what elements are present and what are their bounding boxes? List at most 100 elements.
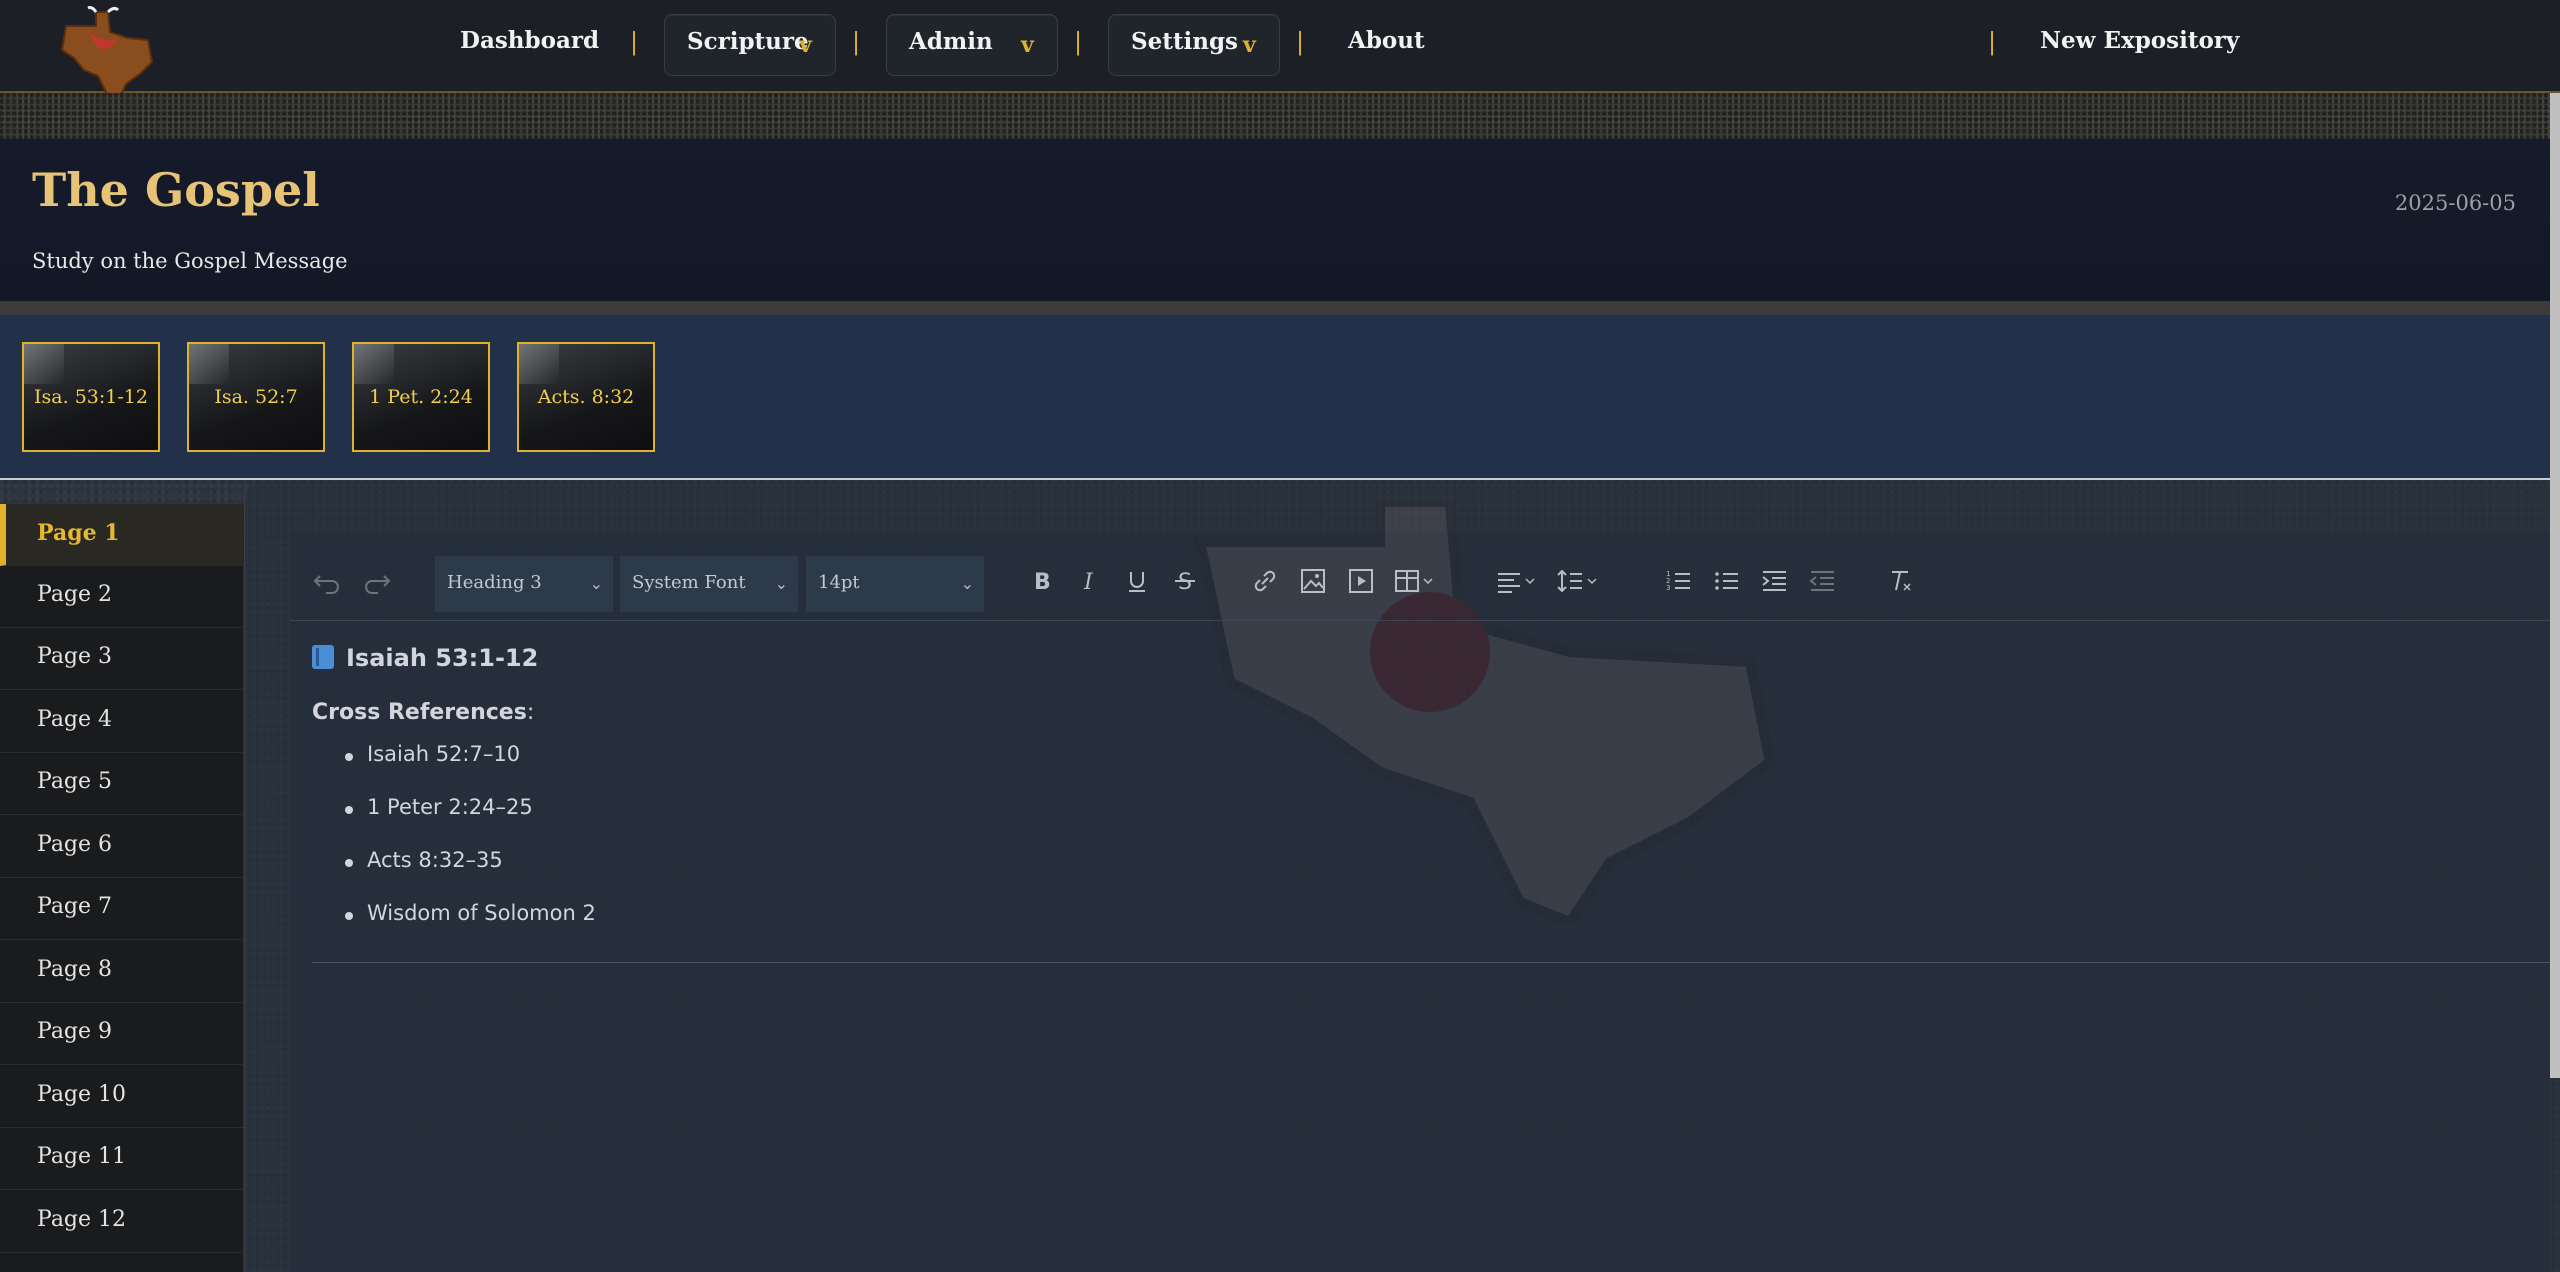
horizontal-rule	[312, 962, 2550, 963]
document-heading: Isaiah 53:1-12	[312, 644, 538, 672]
sidebar-item-label: Page 4	[37, 707, 113, 732]
font-size-select[interactable]: 14pt ⌄	[806, 556, 984, 612]
list-item: Isaiah 52:7–10	[312, 742, 596, 795]
rich-text-editor[interactable]: Heading 3 ⌄ System Font ⌄ 14pt ⌄ B I S 1…	[290, 502, 2550, 1272]
sidebar-item-label: Page 1	[37, 520, 120, 546]
font-family-value: System Font	[632, 572, 746, 593]
sidebar-item-label: Page 10	[37, 1082, 127, 1107]
sidebar-item-page-8[interactable]: Page 8	[0, 941, 244, 1003]
reference-button[interactable]: 1 Pet. 2:24	[352, 342, 490, 452]
pages-sidebar: Page 1 Page 2 Page 3 Page 4 Page 5 Page …	[0, 504, 244, 1272]
sidebar-item-page-9[interactable]: Page 9	[0, 1003, 244, 1065]
media-icon[interactable]	[1344, 564, 1378, 598]
page-subtitle: Study on the Gospel Message	[32, 249, 348, 273]
book-icon	[312, 645, 334, 669]
block-format-value: Heading 3	[447, 572, 542, 593]
list-item: 1 Peter 2:24–25	[312, 795, 596, 848]
sidebar-item-page-7[interactable]: Page 7	[0, 878, 244, 940]
align-icon[interactable]	[1494, 564, 1544, 598]
reference-button[interactable]: Isa. 53:1-12	[22, 342, 160, 452]
svg-text:I: I	[1083, 570, 1094, 595]
sidebar-item-label: Page 3	[37, 644, 113, 669]
table-icon[interactable]	[1392, 564, 1442, 598]
sidebar-item-label: Page 2	[37, 582, 113, 607]
chevron-down-icon: ⌄	[774, 574, 788, 593]
nav-dashboard[interactable]: Dashboard	[460, 27, 599, 54]
strikethrough-icon[interactable]: S	[1168, 564, 1202, 598]
clear-formatting-icon[interactable]	[1884, 564, 1918, 598]
chevron-down-icon: ⌄	[960, 574, 974, 593]
chevron-down-icon: v	[799, 32, 812, 58]
nav-settings-dropdown[interactable]: Settings v	[1108, 14, 1280, 76]
nav-about[interactable]: About	[1348, 27, 1425, 54]
nav-settings-label: Settings	[1131, 28, 1238, 55]
nav-new-expository[interactable]: New Expository	[2040, 27, 2239, 54]
undo-icon[interactable]	[310, 564, 344, 598]
page-scrollbar[interactable]	[2550, 93, 2560, 1078]
numbered-list-icon[interactable]: 123	[1662, 564, 1696, 598]
page-title: The Gospel	[32, 163, 320, 217]
reference-label: Isa. 53:1-12	[34, 386, 148, 408]
sidebar-item-label: Page 5	[37, 769, 113, 794]
sidebar-item-label: Page 6	[37, 832, 113, 857]
sidebar-item-page-3[interactable]: Page 3	[0, 628, 244, 690]
sidebar-item-page-1[interactable]: Page 1	[0, 504, 244, 566]
texture-strip	[0, 93, 2560, 139]
nav-separator: |	[1988, 28, 1997, 56]
nav-separator: |	[1074, 28, 1083, 56]
underline-icon[interactable]	[1120, 564, 1154, 598]
reference-label: Acts. 8:32	[537, 386, 635, 408]
chevron-down-icon: ⌄	[589, 574, 603, 593]
link-icon[interactable]	[1248, 564, 1282, 598]
document-heading-text: Isaiah 53:1-12	[346, 644, 539, 672]
redo-icon[interactable]	[360, 564, 394, 598]
svg-text:3: 3	[1666, 584, 1670, 592]
sidebar-item-label: Page 11	[37, 1144, 127, 1169]
nav-admin-label: Admin	[909, 28, 993, 55]
bullet-list-icon[interactable]	[1710, 564, 1744, 598]
sidebar-item-page-12[interactable]: Page 12	[0, 1191, 244, 1253]
sidebar-item-page-2[interactable]: Page 2	[0, 566, 244, 628]
cross-references-text: Cross References	[312, 700, 527, 725]
italic-icon[interactable]: I	[1072, 564, 1106, 598]
sidebar-item-page-4[interactable]: Page 4	[0, 691, 244, 753]
cross-references-list: Isaiah 52:7–10 1 Peter 2:24–25 Acts 8:32…	[312, 742, 596, 954]
outdent-icon[interactable]	[1806, 564, 1840, 598]
nav-scripture-label: Scripture	[687, 28, 809, 55]
nav-separator: |	[630, 28, 639, 56]
reference-label: Isa. 52:7	[214, 386, 298, 408]
chevron-down-icon: v	[1021, 32, 1034, 58]
editor-toolbar: Heading 3 ⌄ System Font ⌄ 14pt ⌄ B I S 1…	[290, 542, 2550, 621]
block-format-select[interactable]: Heading 3 ⌄	[435, 556, 613, 612]
sidebar-item-page-5[interactable]: Page 5	[0, 753, 244, 815]
svg-text:S: S	[1178, 570, 1192, 595]
sidebar-item-label: Page 12	[37, 1207, 127, 1232]
line-height-icon[interactable]	[1554, 564, 1604, 598]
cross-references-label: Cross References:	[312, 700, 534, 725]
nav-separator: |	[852, 28, 861, 56]
nav-admin-dropdown[interactable]: Admin v	[886, 14, 1058, 76]
chevron-down-icon: v	[1243, 32, 1256, 58]
texture-strip	[0, 301, 2560, 315]
sidebar-item-page-10[interactable]: Page 10	[0, 1066, 244, 1128]
list-item: Wisdom of Solomon 2	[312, 901, 596, 954]
cross-references-colon: :	[526, 700, 535, 725]
nav-scripture-dropdown[interactable]: Scripture v	[664, 14, 836, 76]
sidebar-item-page-11[interactable]: Page 11	[0, 1128, 244, 1190]
top-nav: Dashboard | Scripture v | Admin v | Sett…	[0, 0, 2560, 104]
sidebar-item-page-6[interactable]: Page 6	[0, 816, 244, 878]
reference-button[interactable]: Isa. 52:7	[187, 342, 325, 452]
font-family-select[interactable]: System Font ⌄	[620, 556, 798, 612]
bold-icon[interactable]: B	[1024, 564, 1058, 598]
svg-text:B: B	[1034, 570, 1051, 595]
image-icon[interactable]	[1296, 564, 1330, 598]
reference-button[interactable]: Acts. 8:32	[517, 342, 655, 452]
font-size-value: 14pt	[818, 572, 860, 593]
sidebar-item-label: Page 9	[37, 1019, 113, 1044]
sidebar-item-label: Page 8	[37, 957, 113, 982]
sidebar-item-label: Page 7	[37, 894, 113, 919]
scripture-references-bar: Isa. 53:1-12 Isa. 52:7 1 Pet. 2:24 Acts.…	[0, 315, 2560, 480]
nav-separator: |	[1296, 28, 1305, 56]
indent-icon[interactable]	[1758, 564, 1792, 598]
list-item: Acts 8:32–35	[312, 848, 596, 901]
